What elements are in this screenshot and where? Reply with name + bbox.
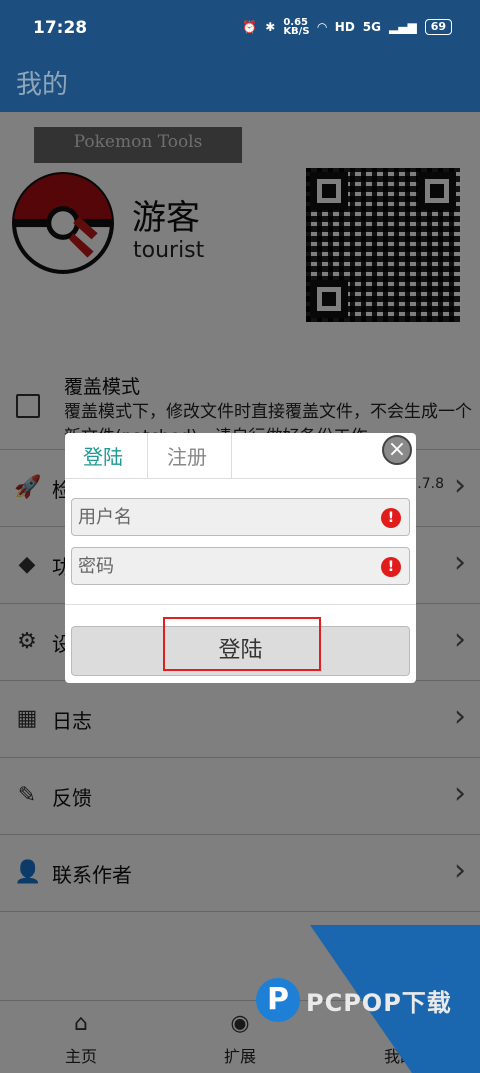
warning-icon: ! [381, 557, 401, 577]
warning-icon: ! [381, 508, 401, 528]
network-speed: 0.65 KB/S [283, 18, 310, 37]
signal-label: 5G [362, 20, 381, 34]
battery-indicator: 69 [424, 19, 452, 35]
signal-icon: ▂▄▆ [389, 20, 417, 34]
close-icon[interactable]: × [382, 435, 412, 465]
username-input[interactable] [78, 505, 368, 529]
bluetooth-icon: ✱ [265, 20, 276, 34]
tab-register[interactable]: 注册 [167, 441, 207, 470]
password-field[interactable]: ! [71, 547, 410, 585]
watermark-text: PCPOP下载 [306, 988, 452, 1017]
hd-badge: HD [334, 20, 355, 34]
tab-login[interactable]: 登陆 [83, 441, 123, 470]
pcpop-logo-icon: P [256, 978, 300, 1022]
speed-unit: KB/S [283, 26, 310, 37]
status-icons: ⏰ ✱ 0.65 KB/S ◠ HD 5G ▂▄▆ 69 [242, 18, 452, 37]
watermark-logo: P PCPOP下载 [256, 978, 452, 1022]
wifi-icon: ◠ [317, 20, 327, 34]
alarm-icon: ⏰ [242, 20, 258, 34]
status-time: 17:28 [33, 18, 88, 38]
tab-divider [231, 433, 232, 479]
password-input[interactable] [78, 554, 368, 578]
username-field[interactable]: ! [71, 498, 410, 536]
app-bar: 我的 [0, 56, 480, 112]
highlight-box [163, 617, 321, 671]
dialog-divider [65, 604, 416, 605]
tab-divider [147, 433, 148, 479]
status-bar: 17:28 ⏰ ✱ 0.65 KB/S ◠ HD 5G ▂▄▆ 69 [0, 0, 480, 56]
page-title: 我的 [16, 70, 69, 100]
dialog-tabs: 登陆 注册 × [65, 433, 416, 479]
